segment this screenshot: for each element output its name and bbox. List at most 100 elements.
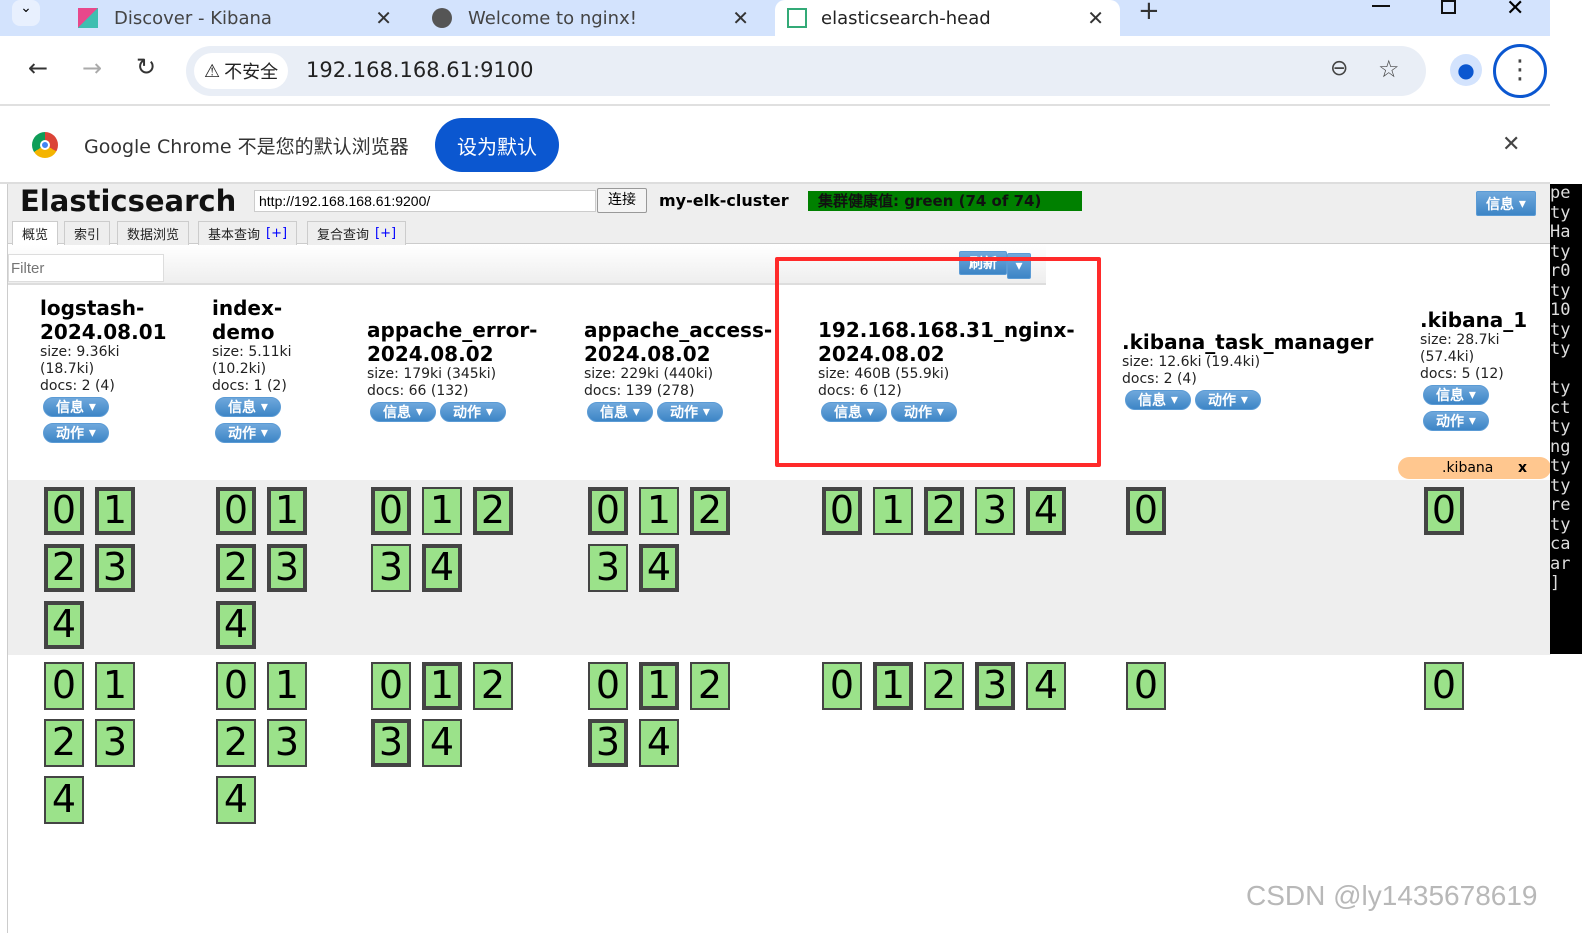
primary-shard[interactable]: 3 xyxy=(371,719,411,767)
reload-icon[interactable]: ↻ xyxy=(136,53,156,81)
connect-url-input[interactable] xyxy=(254,190,596,212)
primary-shard[interactable]: 3 xyxy=(975,662,1015,710)
connect-button[interactable]: 连接 xyxy=(597,188,647,213)
replica-shard[interactable]: 2 xyxy=(473,662,513,710)
app-tab[interactable]: 概览 xyxy=(12,221,59,245)
tab-search-button[interactable]: ⌄ xyxy=(12,0,40,26)
replica-shard[interactable]: 2 xyxy=(44,719,84,767)
url-text[interactable]: 192.168.168.61:9100 xyxy=(306,58,534,82)
primary-shard[interactable]: 0 xyxy=(1126,487,1166,535)
primary-shard[interactable]: 1 xyxy=(95,487,135,535)
primary-shard[interactable]: 3 xyxy=(588,719,628,767)
profile-avatar[interactable]: ● xyxy=(1450,54,1482,86)
replica-shard[interactable]: 0 xyxy=(588,662,628,710)
browser-tab-es-head[interactable]: elasticsearch-head ✕ xyxy=(775,0,1120,36)
browser-tab-nginx[interactable]: Welcome to nginx! ✕ xyxy=(432,0,757,36)
index-info-button[interactable]: 信息 ▾ xyxy=(370,402,436,422)
replica-shard[interactable]: 1 xyxy=(422,487,462,535)
replica-shard[interactable]: 1 xyxy=(873,487,913,535)
replica-shard[interactable]: 4 xyxy=(44,776,84,824)
info-dropdown-button[interactable]: 信息 ▾ xyxy=(1476,191,1536,216)
tab-add-button[interactable]: [+] xyxy=(375,226,396,241)
filter-input[interactable] xyxy=(8,254,164,282)
back-icon[interactable]: ← xyxy=(28,54,48,82)
primary-shard[interactable]: 2 xyxy=(924,487,964,535)
index-action-button[interactable]: 动作 ▾ xyxy=(440,402,506,422)
app-tab[interactable]: 数据浏览 xyxy=(117,221,190,245)
index-info-button[interactable]: 信息 ▾ xyxy=(587,402,653,422)
replica-shard[interactable]: 0 xyxy=(44,662,84,710)
close-tab-icon[interactable]: ✕ xyxy=(1087,6,1104,30)
replica-shard[interactable]: 1 xyxy=(639,487,679,535)
replica-shard[interactable]: 1 xyxy=(95,662,135,710)
index-info-button[interactable]: 信息 ▾ xyxy=(1423,385,1489,405)
maximize-icon[interactable] xyxy=(1441,0,1456,14)
browser-tab-kibana[interactable]: Discover - Kibana ✕ xyxy=(78,0,398,36)
primary-shard[interactable]: 0 xyxy=(822,487,862,535)
index-info-button[interactable]: 信息 ▾ xyxy=(43,397,109,417)
primary-shard[interactable]: 4 xyxy=(44,601,84,649)
primary-shard[interactable]: 0 xyxy=(371,487,411,535)
security-chip[interactable]: ⚠ 不安全 xyxy=(194,53,289,89)
alias-close-button[interactable]: x xyxy=(1518,457,1527,479)
replica-shard[interactable]: 0 xyxy=(1126,662,1166,710)
primary-shard[interactable]: 4 xyxy=(422,544,462,592)
replica-shard[interactable]: 4 xyxy=(422,719,462,767)
index-action-button[interactable]: 动作 ▾ xyxy=(1195,390,1261,410)
menu-kebab-icon[interactable]: ⋮ xyxy=(1493,44,1547,98)
replica-shard[interactable]: 3 xyxy=(267,719,307,767)
zoom-out-icon[interactable]: ⊖ xyxy=(1330,56,1348,81)
primary-shard[interactable]: 1 xyxy=(873,662,913,710)
primary-shard[interactable]: 2 xyxy=(473,487,513,535)
primary-shard[interactable]: 3 xyxy=(95,544,135,592)
index-action-button[interactable]: 动作 ▾ xyxy=(215,423,281,443)
forward-icon[interactable]: → xyxy=(82,54,102,82)
index-info-button[interactable]: 信息 ▾ xyxy=(215,397,281,417)
close-tab-icon[interactable]: ✕ xyxy=(732,6,749,30)
primary-shard[interactable]: 1 xyxy=(639,662,679,710)
primary-shard[interactable]: 1 xyxy=(422,662,462,710)
close-infobar-icon[interactable]: ✕ xyxy=(1502,132,1520,157)
address-bar[interactable]: ⚠ 不安全 192.168.168.61:9100 ⊖ ☆ xyxy=(186,46,1426,96)
replica-shard[interactable]: 1 xyxy=(267,662,307,710)
close-window-icon[interactable]: ✕ xyxy=(1506,0,1524,21)
replica-shard[interactable]: 0 xyxy=(1424,662,1464,710)
replica-shard[interactable]: 0 xyxy=(371,662,411,710)
replica-shard[interactable]: 2 xyxy=(690,662,730,710)
primary-shard[interactable]: 4 xyxy=(216,601,256,649)
primary-shard[interactable]: 3 xyxy=(267,544,307,592)
set-default-button[interactable]: 设为默认 xyxy=(435,118,559,172)
primary-shard[interactable]: 2 xyxy=(44,544,84,592)
replica-shard[interactable]: 3 xyxy=(588,544,628,592)
replica-shard[interactable]: 3 xyxy=(371,544,411,592)
index-action-button[interactable]: 动作 ▾ xyxy=(1423,411,1489,431)
primary-shard[interactable]: 0 xyxy=(1424,487,1464,535)
replica-shard[interactable]: 2 xyxy=(924,662,964,710)
close-tab-icon[interactable]: ✕ xyxy=(375,6,392,30)
index-action-button[interactable]: 动作 ▾ xyxy=(657,402,723,422)
primary-shard[interactable]: 4 xyxy=(1026,487,1066,535)
index-info-button[interactable]: 信息 ▾ xyxy=(1125,390,1191,410)
index-action-button[interactable]: 动作 ▾ xyxy=(43,423,109,443)
app-tab[interactable]: 索引 xyxy=(64,221,111,245)
primary-shard[interactable]: 4 xyxy=(639,544,679,592)
new-tab-icon[interactable]: + xyxy=(1138,0,1160,26)
replica-shard[interactable]: 3 xyxy=(95,719,135,767)
primary-shard[interactable]: 1 xyxy=(267,487,307,535)
app-tab[interactable]: 基本查询 [+] xyxy=(198,221,298,245)
primary-shard[interactable]: 0 xyxy=(588,487,628,535)
primary-shard[interactable]: 2 xyxy=(690,487,730,535)
replica-shard[interactable]: 0 xyxy=(216,662,256,710)
minimize-icon[interactable] xyxy=(1372,5,1390,7)
replica-shard[interactable]: 4 xyxy=(1026,662,1066,710)
replica-shard[interactable]: 4 xyxy=(216,776,256,824)
replica-shard[interactable]: 3 xyxy=(975,487,1015,535)
replica-shard[interactable]: 4 xyxy=(639,719,679,767)
replica-shard[interactable]: 2 xyxy=(216,719,256,767)
tab-add-button[interactable]: [+] xyxy=(266,226,287,241)
bookmark-star-icon[interactable]: ☆ xyxy=(1378,55,1400,83)
replica-shard[interactable]: 0 xyxy=(822,662,862,710)
primary-shard[interactable]: 0 xyxy=(216,487,256,535)
primary-shard[interactable]: 2 xyxy=(216,544,256,592)
app-tab[interactable]: 复合查询 [+] xyxy=(307,221,407,245)
